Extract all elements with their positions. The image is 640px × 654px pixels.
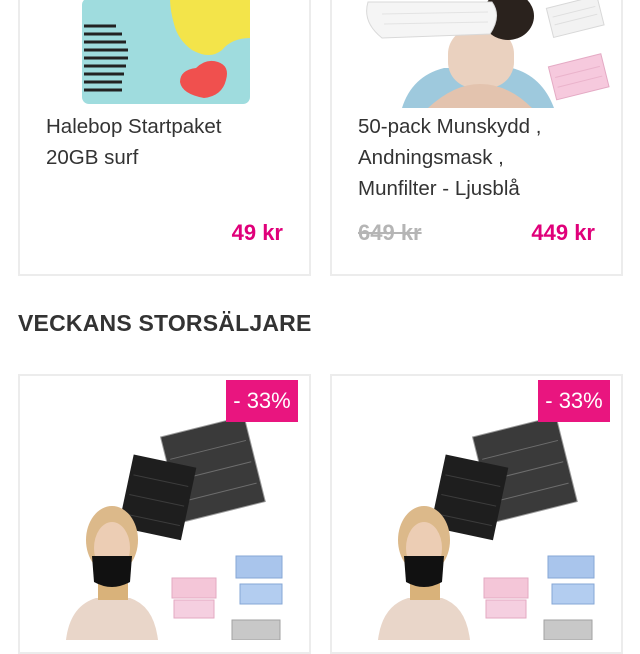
bestseller-card[interactable]: - 33% bbox=[330, 374, 623, 654]
product-image-mask-bundle[interactable] bbox=[60, 410, 290, 641]
discount-badge: - 33% bbox=[538, 380, 610, 422]
section-title-bestsellers: VECKANS STORSÄLJARE bbox=[18, 310, 312, 336]
product-card-halebop[interactable]: Halebop Startpaket 20GB surf 49 kr bbox=[18, 0, 311, 276]
product-image-face-mask[interactable] bbox=[342, 0, 614, 108]
product-price: 49 kr bbox=[231, 220, 283, 245]
sim-card-pack-icon bbox=[82, 0, 250, 104]
product-image-halebop-sim-card[interactable] bbox=[82, 0, 250, 106]
mask-bundle-photo-icon bbox=[372, 410, 602, 641]
face-mask-photo-icon bbox=[342, 0, 614, 108]
product-image-mask-bundle[interactable] bbox=[372, 410, 602, 641]
product-title[interactable]: Halebop Startpaket 20GB surf bbox=[46, 111, 297, 173]
discount-badge: - 33% bbox=[226, 380, 298, 422]
product-old-price: 649 kr bbox=[358, 220, 422, 245]
product-title[interactable]: 50-pack Munskydd , Andningsmask , Munfil… bbox=[358, 111, 609, 204]
product-price: 449 kr bbox=[531, 220, 595, 245]
product-card-munskydd[interactable]: 50-pack Munskydd , Andningsmask , Munfil… bbox=[330, 0, 623, 276]
mask-bundle-photo-icon bbox=[60, 410, 290, 641]
bestseller-card[interactable]: - 33% bbox=[18, 374, 311, 654]
